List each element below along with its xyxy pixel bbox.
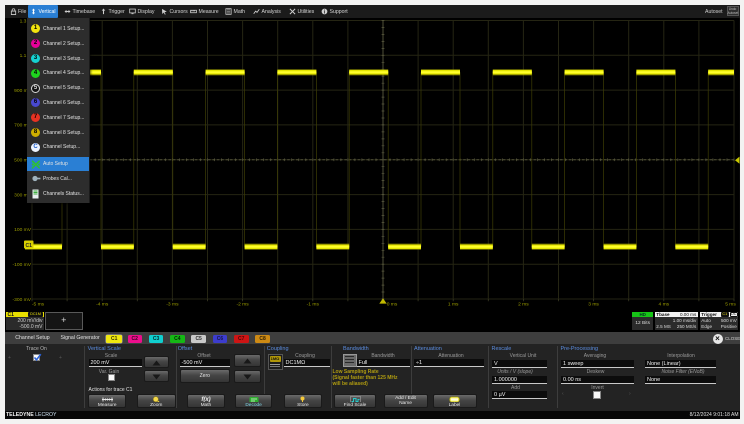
svg-text:-100 mV: -100 mV — [13, 262, 32, 268]
svg-text:-1 ms: -1 ms — [307, 301, 320, 307]
svg-text:5 ms: 5 ms — [725, 301, 736, 307]
svg-text:-300 mV: -300 mV — [13, 297, 32, 303]
svg-text:2 ms: 2 ms — [518, 301, 529, 307]
svg-text:4 ms: 4 ms — [658, 301, 669, 307]
svg-text:C1: C1 — [25, 243, 32, 249]
svg-text:1 ms: 1 ms — [448, 301, 459, 307]
svg-text:3 ms: 3 ms — [588, 301, 599, 307]
svg-text:-4 ms: -4 ms — [96, 301, 109, 307]
svg-text:-3 ms: -3 ms — [166, 301, 179, 307]
svg-text:100 mV: 100 mV — [14, 227, 32, 233]
svg-text:0 ms: 0 ms — [387, 301, 398, 307]
svg-text:f(x): f(x) — [201, 397, 210, 402]
svg-text:-2 ms: -2 ms — [236, 301, 249, 307]
svg-text:-5 ms: -5 ms — [32, 301, 45, 307]
